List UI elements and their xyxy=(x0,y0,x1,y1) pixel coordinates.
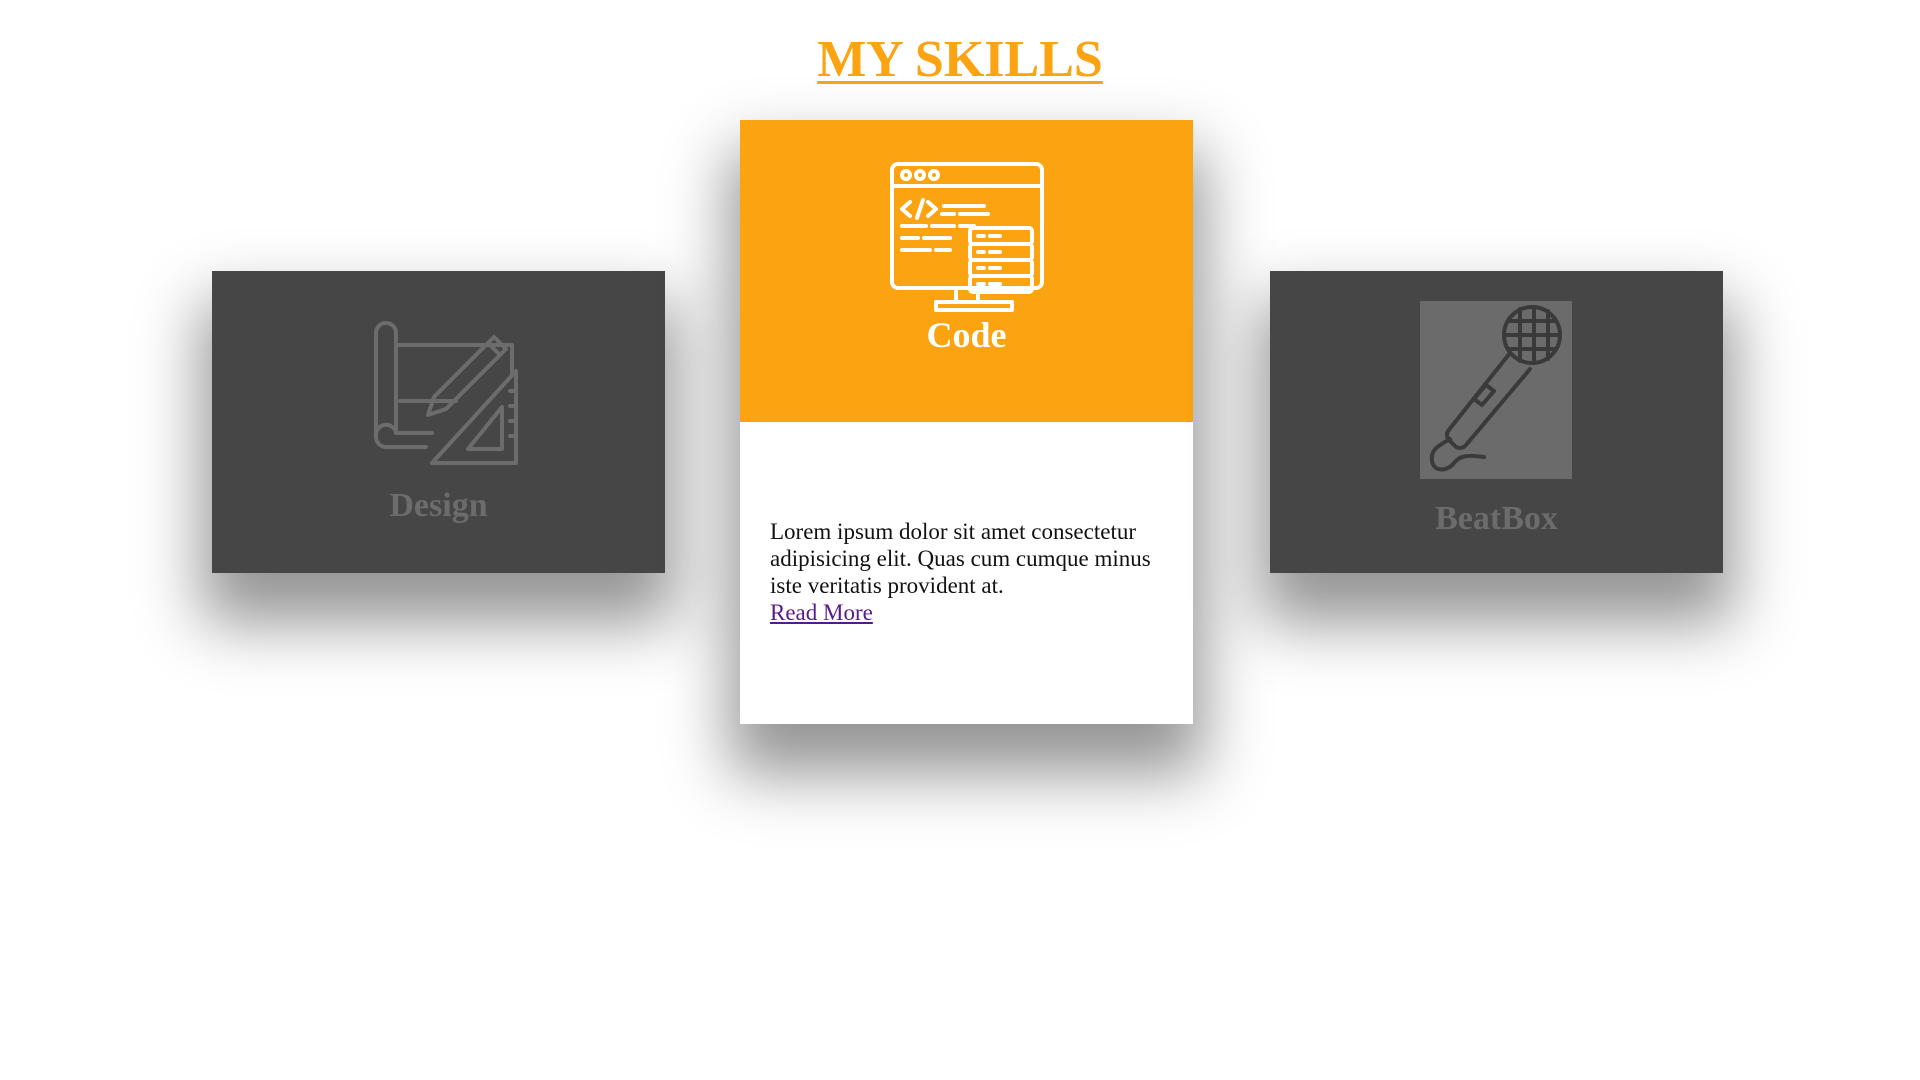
card-title-design: Design xyxy=(389,487,488,524)
page-title: MY SKILLS xyxy=(817,31,1103,88)
card-body-code: Lorem ipsum dolor sit amet consectetur a… xyxy=(770,518,1170,626)
card-title-code: Code xyxy=(926,315,1007,355)
skill-card-beatbox[interactable]: BeatBox xyxy=(1270,271,1723,573)
read-more-link[interactable]: Read More xyxy=(770,600,873,625)
code-monitor-icon xyxy=(890,162,1044,312)
card-description: Lorem ipsum dolor sit amet consectetur a… xyxy=(770,519,1151,598)
skill-card-code[interactable]: Code Lorem ipsum dolor sit amet consecte… xyxy=(740,120,1193,724)
card-header-code: Code xyxy=(740,120,1193,422)
design-drafting-icon xyxy=(373,321,518,465)
card-title-beatbox: BeatBox xyxy=(1435,500,1558,537)
microphone-icon xyxy=(1429,305,1562,472)
skill-card-design[interactable]: Design xyxy=(212,271,665,573)
